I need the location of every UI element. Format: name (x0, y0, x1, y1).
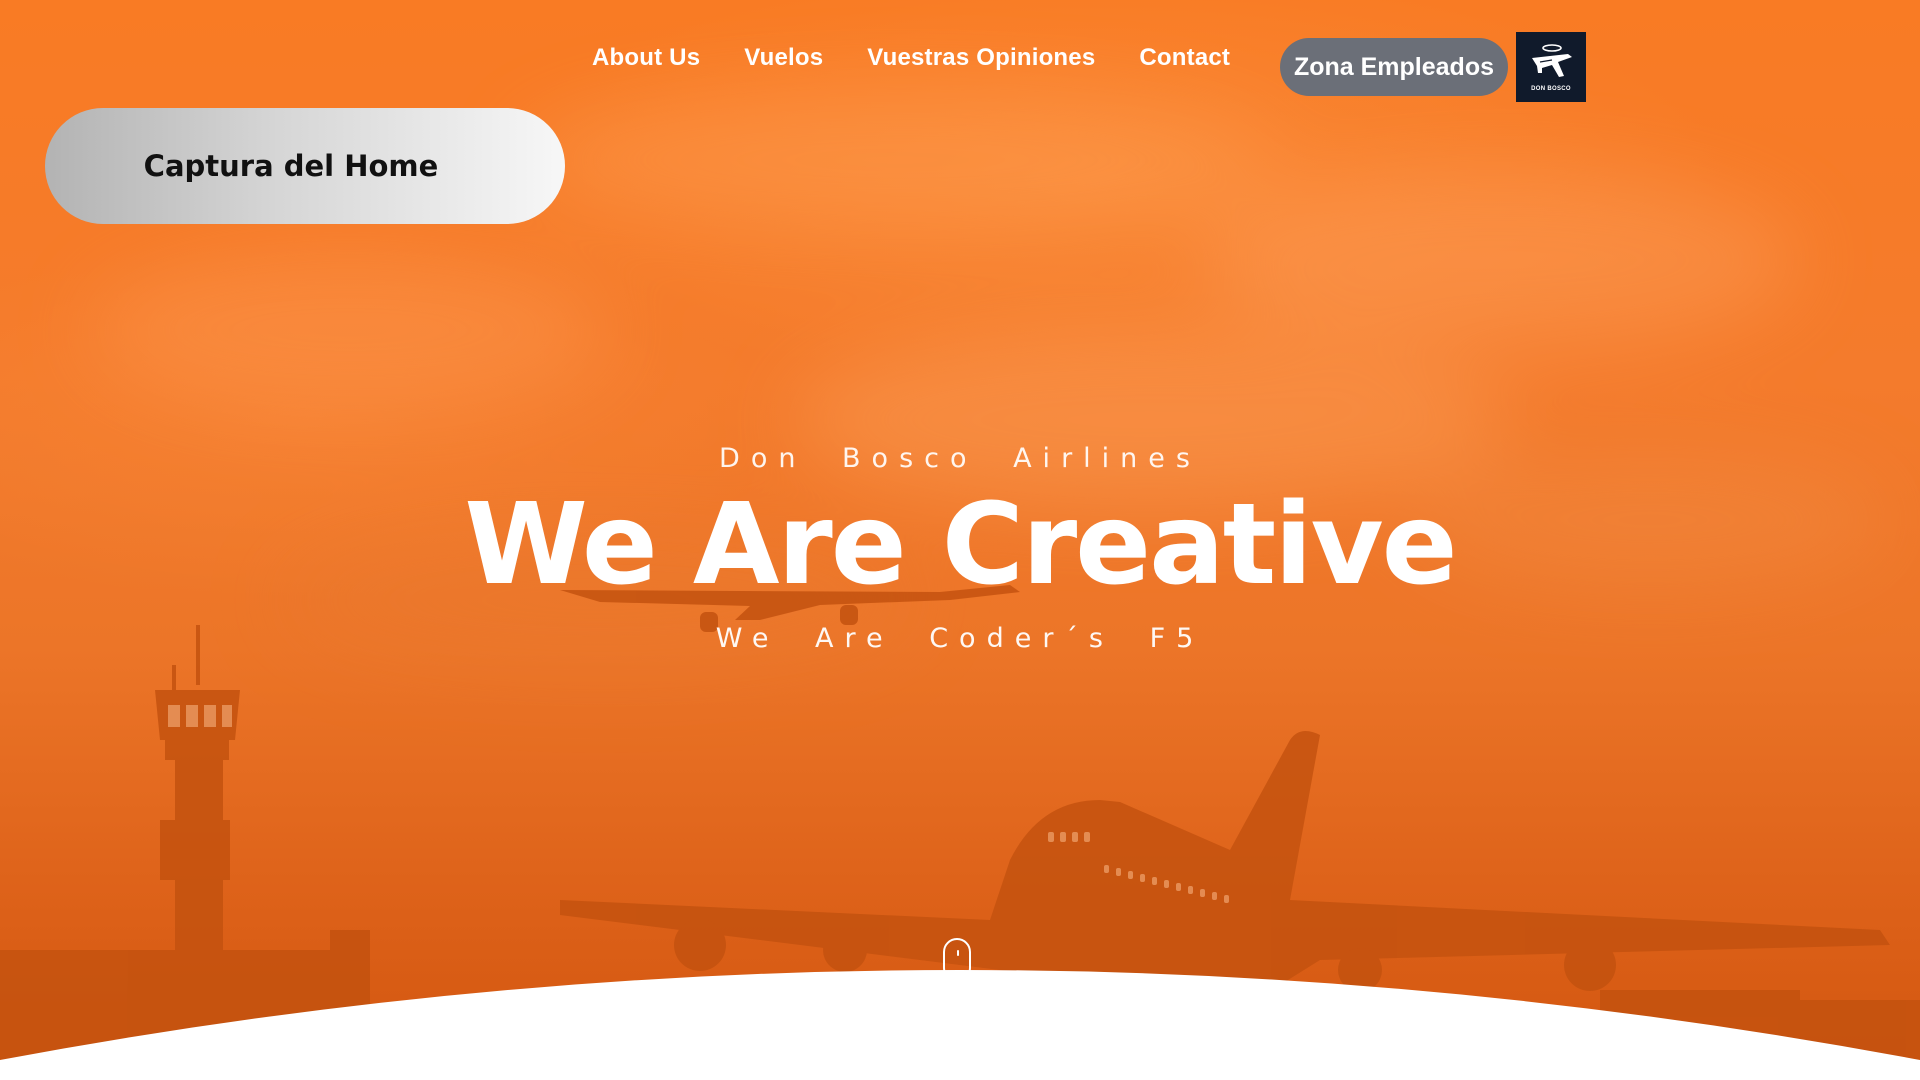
scroll-wheel-dot (957, 950, 959, 956)
nav-link-contact[interactable]: Contact (1139, 44, 1230, 72)
hero-tagline: We Are Coder´s F5 (715, 623, 1205, 654)
airplane-logo-icon (1532, 44, 1572, 77)
brand-logo[interactable]: DON BOSCO (1516, 32, 1586, 102)
mouse-scroll-icon[interactable] (943, 938, 971, 982)
logo-text: DON BOSCO (1531, 86, 1571, 92)
caption-text: Captura del Home (143, 149, 439, 183)
caption-badge: Captura del Home (45, 108, 565, 224)
hero-subtitle: Don Bosco Airlines (719, 443, 1201, 474)
zona-empleados-button[interactable]: Zona Empleados (1280, 38, 1508, 96)
main-navigation: About Us Vuelos Vuestras Opiniones Conta… (592, 44, 1274, 72)
nav-link-vuelos[interactable]: Vuelos (744, 44, 823, 72)
nav-link-vuestras-opiniones[interactable]: Vuestras Opiniones (867, 44, 1095, 72)
hero-headline: We Are Creative (464, 480, 1457, 610)
nav-link-about-us[interactable]: About Us (592, 44, 700, 72)
